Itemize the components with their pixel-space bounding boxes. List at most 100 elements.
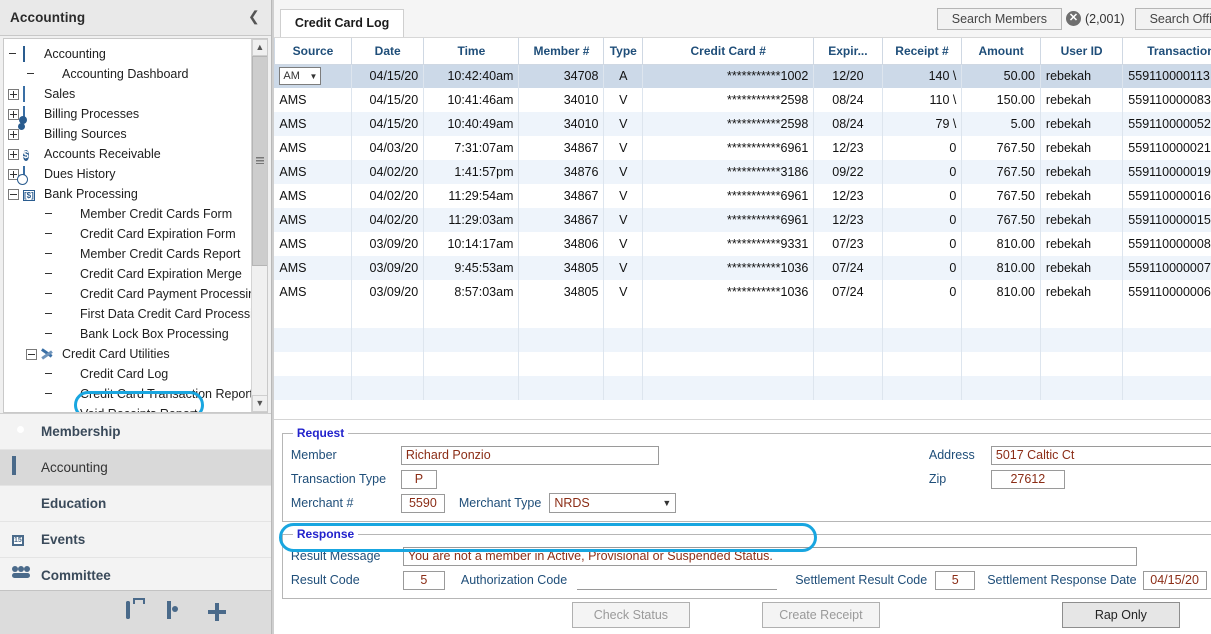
cell-source[interactable]: AMS	[274, 280, 353, 304]
table-row[interactable]: AMS 04/15/20 10:40:49am 34010 V ***********25…	[274, 112, 1211, 136]
tree-item[interactable]: Sales	[8, 84, 267, 104]
briefcase-icon[interactable]	[125, 601, 145, 622]
collapse-minus-icon[interactable]	[8, 188, 19, 200]
table-row[interactable]: AMS 04/15/20 10:41:46am 34010 V ***********25…	[274, 88, 1211, 112]
cell-expir[interactable]: 12/20	[813, 64, 883, 88]
cell-member[interactable]: 34867	[518, 208, 605, 232]
cell-time[interactable]: 11:29:03am	[423, 208, 520, 232]
table-row[interactable]: AM ▼ 04/15/20 10:42:40am 34708 A ***********10…	[274, 64, 1211, 88]
rap-only-button[interactable]: Rap Only	[1061, 602, 1180, 628]
cell-user[interactable]: rebekah	[1040, 64, 1124, 88]
tree-scroll-thumb[interactable]	[251, 56, 267, 266]
cell-receipt[interactable]: 140 \	[882, 64, 963, 88]
cell-card[interactable]: ***********9331	[642, 232, 815, 256]
table-row[interactable]: AMS 04/02/20 11:29:54am 34867 V ***********69…	[274, 184, 1211, 208]
cell-amount[interactable]: 150.00	[961, 88, 1041, 112]
cell-card[interactable]: ***********2598	[642, 88, 815, 112]
cell-source[interactable]: AMS	[274, 136, 353, 160]
create-receipt-button[interactable]: Create Receipt	[761, 602, 880, 628]
cell-time[interactable]: 8:57:03am	[423, 280, 520, 304]
module-item-membership[interactable]: Membership	[0, 414, 271, 450]
cell-time[interactable]: 10:14:17am	[423, 232, 520, 256]
collapse-minus-icon[interactable]	[26, 348, 37, 360]
cell-amount[interactable]: 50.00	[961, 64, 1041, 88]
cell-card[interactable]: ***********1036	[642, 256, 815, 280]
cell-member[interactable]: 34876	[518, 160, 605, 184]
grid-column-header[interactable]: Transaction #	[1122, 38, 1211, 65]
tree-item[interactable]: Credit Card Transaction Report	[8, 384, 267, 404]
cell-card[interactable]: ***********6961	[642, 208, 815, 232]
cell-source[interactable]: AMS	[274, 208, 353, 232]
cell-expir[interactable]: 07/23	[813, 232, 883, 256]
transaction-type-field[interactable]: P	[400, 469, 437, 489]
grid-column-header[interactable]: User ID	[1039, 38, 1124, 65]
cell-card[interactable]: ***********6961	[642, 136, 815, 160]
handshake-icon[interactable]	[85, 603, 104, 622]
cell-date[interactable]: 04/02/20	[351, 208, 425, 232]
grid-column-header[interactable]: Credit Card #	[642, 38, 815, 65]
cell-card[interactable]: ***********1002	[642, 64, 815, 88]
cell-source[interactable]: AMS	[274, 112, 353, 136]
cell-txn[interactable]: 559110000019	[1122, 160, 1211, 184]
cell-expir[interactable]: 07/24	[813, 256, 883, 280]
tree-item[interactable]: Dues History	[8, 164, 267, 184]
source-select[interactable]: AM ▼	[279, 67, 322, 86]
cell-receipt[interactable]: 0	[882, 184, 963, 208]
cell-time[interactable]: 9:45:53am	[423, 256, 520, 280]
cell-user[interactable]: rebekah	[1040, 184, 1124, 208]
table-row[interactable]: AMS 03/09/20 10:14:17am 34806 V ***********93…	[274, 232, 1211, 256]
cell-member[interactable]: 34867	[518, 184, 605, 208]
cell-amount[interactable]: 767.50	[961, 160, 1041, 184]
cell-txn[interactable]: 559110000083	[1122, 88, 1211, 112]
cell-date[interactable]: 04/15/20	[351, 64, 425, 88]
cell-receipt[interactable]: 0	[882, 280, 963, 304]
cell-member[interactable]: 34805	[518, 280, 605, 304]
tree-item[interactable]: Member Credit Cards Form	[8, 204, 267, 224]
cell-expir[interactable]: 08/24	[813, 112, 883, 136]
cell-receipt[interactable]: 0	[882, 160, 963, 184]
cell-type[interactable]: V	[603, 136, 644, 160]
cell-receipt[interactable]: 79 \	[882, 112, 963, 136]
cell-date[interactable]: 04/03/20	[351, 136, 425, 160]
clear-members-icon[interactable]: ✕	[1065, 11, 1081, 26]
cell-txn[interactable]: 559110000007	[1122, 256, 1211, 280]
cell-type[interactable]: V	[603, 112, 644, 136]
cell-receipt[interactable]: 0	[882, 208, 963, 232]
cell-txn[interactable]: 559110000016	[1122, 184, 1211, 208]
check-status-button[interactable]: Check Status	[571, 602, 690, 628]
tree-item[interactable]: Billing Sources	[8, 124, 267, 144]
cell-user[interactable]: rebekah	[1040, 88, 1124, 112]
grid-column-header[interactable]: Amount	[961, 38, 1041, 65]
cell-type[interactable]: V	[603, 256, 644, 280]
cell-time[interactable]: 10:40:49am	[423, 112, 520, 136]
cell-user[interactable]: rebekah	[1040, 256, 1124, 280]
cell-amount[interactable]: 767.50	[961, 136, 1041, 160]
cell-user[interactable]: rebekah	[1040, 280, 1124, 304]
grid-column-header[interactable]: Expir...	[813, 38, 883, 65]
cell-type[interactable]: V	[603, 88, 644, 112]
cell-amount[interactable]: 810.00	[961, 256, 1041, 280]
cell-user[interactable]: rebekah	[1040, 208, 1124, 232]
expand-plus-icon[interactable]	[8, 128, 19, 140]
cell-expir[interactable]: 12/23	[813, 136, 883, 160]
cell-member[interactable]: 34806	[518, 232, 605, 256]
cell-amount[interactable]: 767.50	[961, 208, 1041, 232]
tree-item[interactable]: Accounting Dashboard	[8, 64, 267, 84]
cell-source[interactable]: AMS	[274, 184, 353, 208]
cell-card[interactable]: ***********1036	[642, 280, 815, 304]
cell-member[interactable]: 34010	[518, 88, 605, 112]
cell-source[interactable]: AMS	[274, 160, 353, 184]
cell-date[interactable]: 04/02/20	[351, 184, 425, 208]
cell-amount[interactable]: 810.00	[961, 280, 1041, 304]
cell-date[interactable]: 04/15/20	[351, 88, 425, 112]
tree-item[interactable]: Credit Card Payment Processing	[8, 284, 267, 304]
tree-scroll-up-icon[interactable]: ▲	[251, 39, 267, 56]
merchant-type-select[interactable]: NRDS ▼	[549, 493, 677, 513]
cell-member[interactable]: 34867	[518, 136, 605, 160]
cell-amount[interactable]: 767.50	[961, 184, 1041, 208]
cell-type[interactable]: V	[603, 184, 644, 208]
cell-date[interactable]: 03/09/20	[351, 256, 425, 280]
cell-card[interactable]: ***********3186	[642, 160, 815, 184]
grid-column-header[interactable]: Member #	[518, 38, 605, 65]
cell-expir[interactable]: 12/23	[813, 208, 883, 232]
